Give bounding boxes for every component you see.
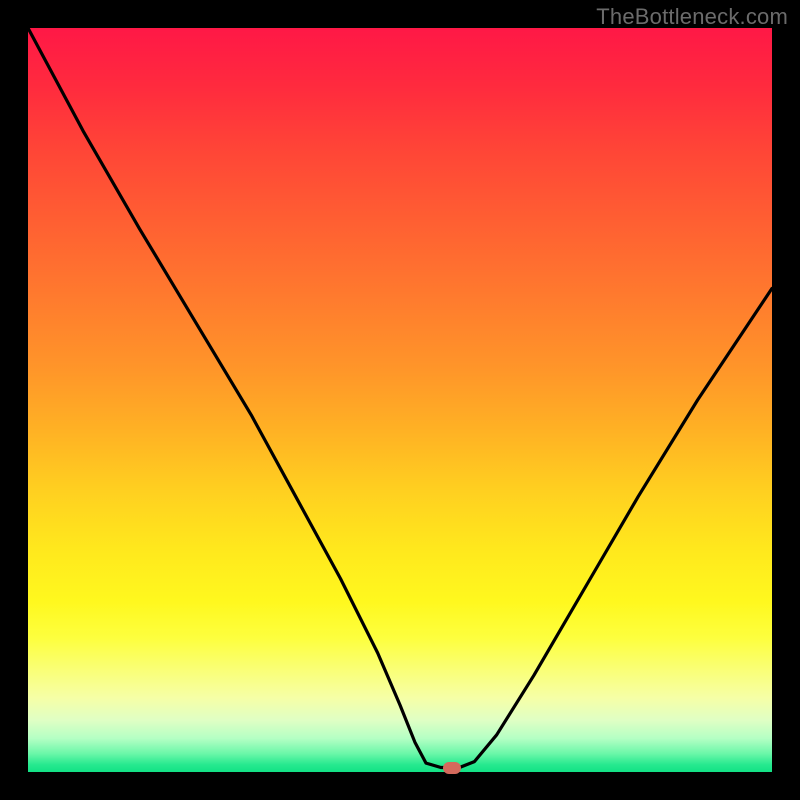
curve-path [28,28,772,768]
min-marker [443,762,461,774]
watermark-text: TheBottleneck.com [596,4,788,30]
bottleneck-curve [28,28,772,772]
chart-area [28,28,772,772]
